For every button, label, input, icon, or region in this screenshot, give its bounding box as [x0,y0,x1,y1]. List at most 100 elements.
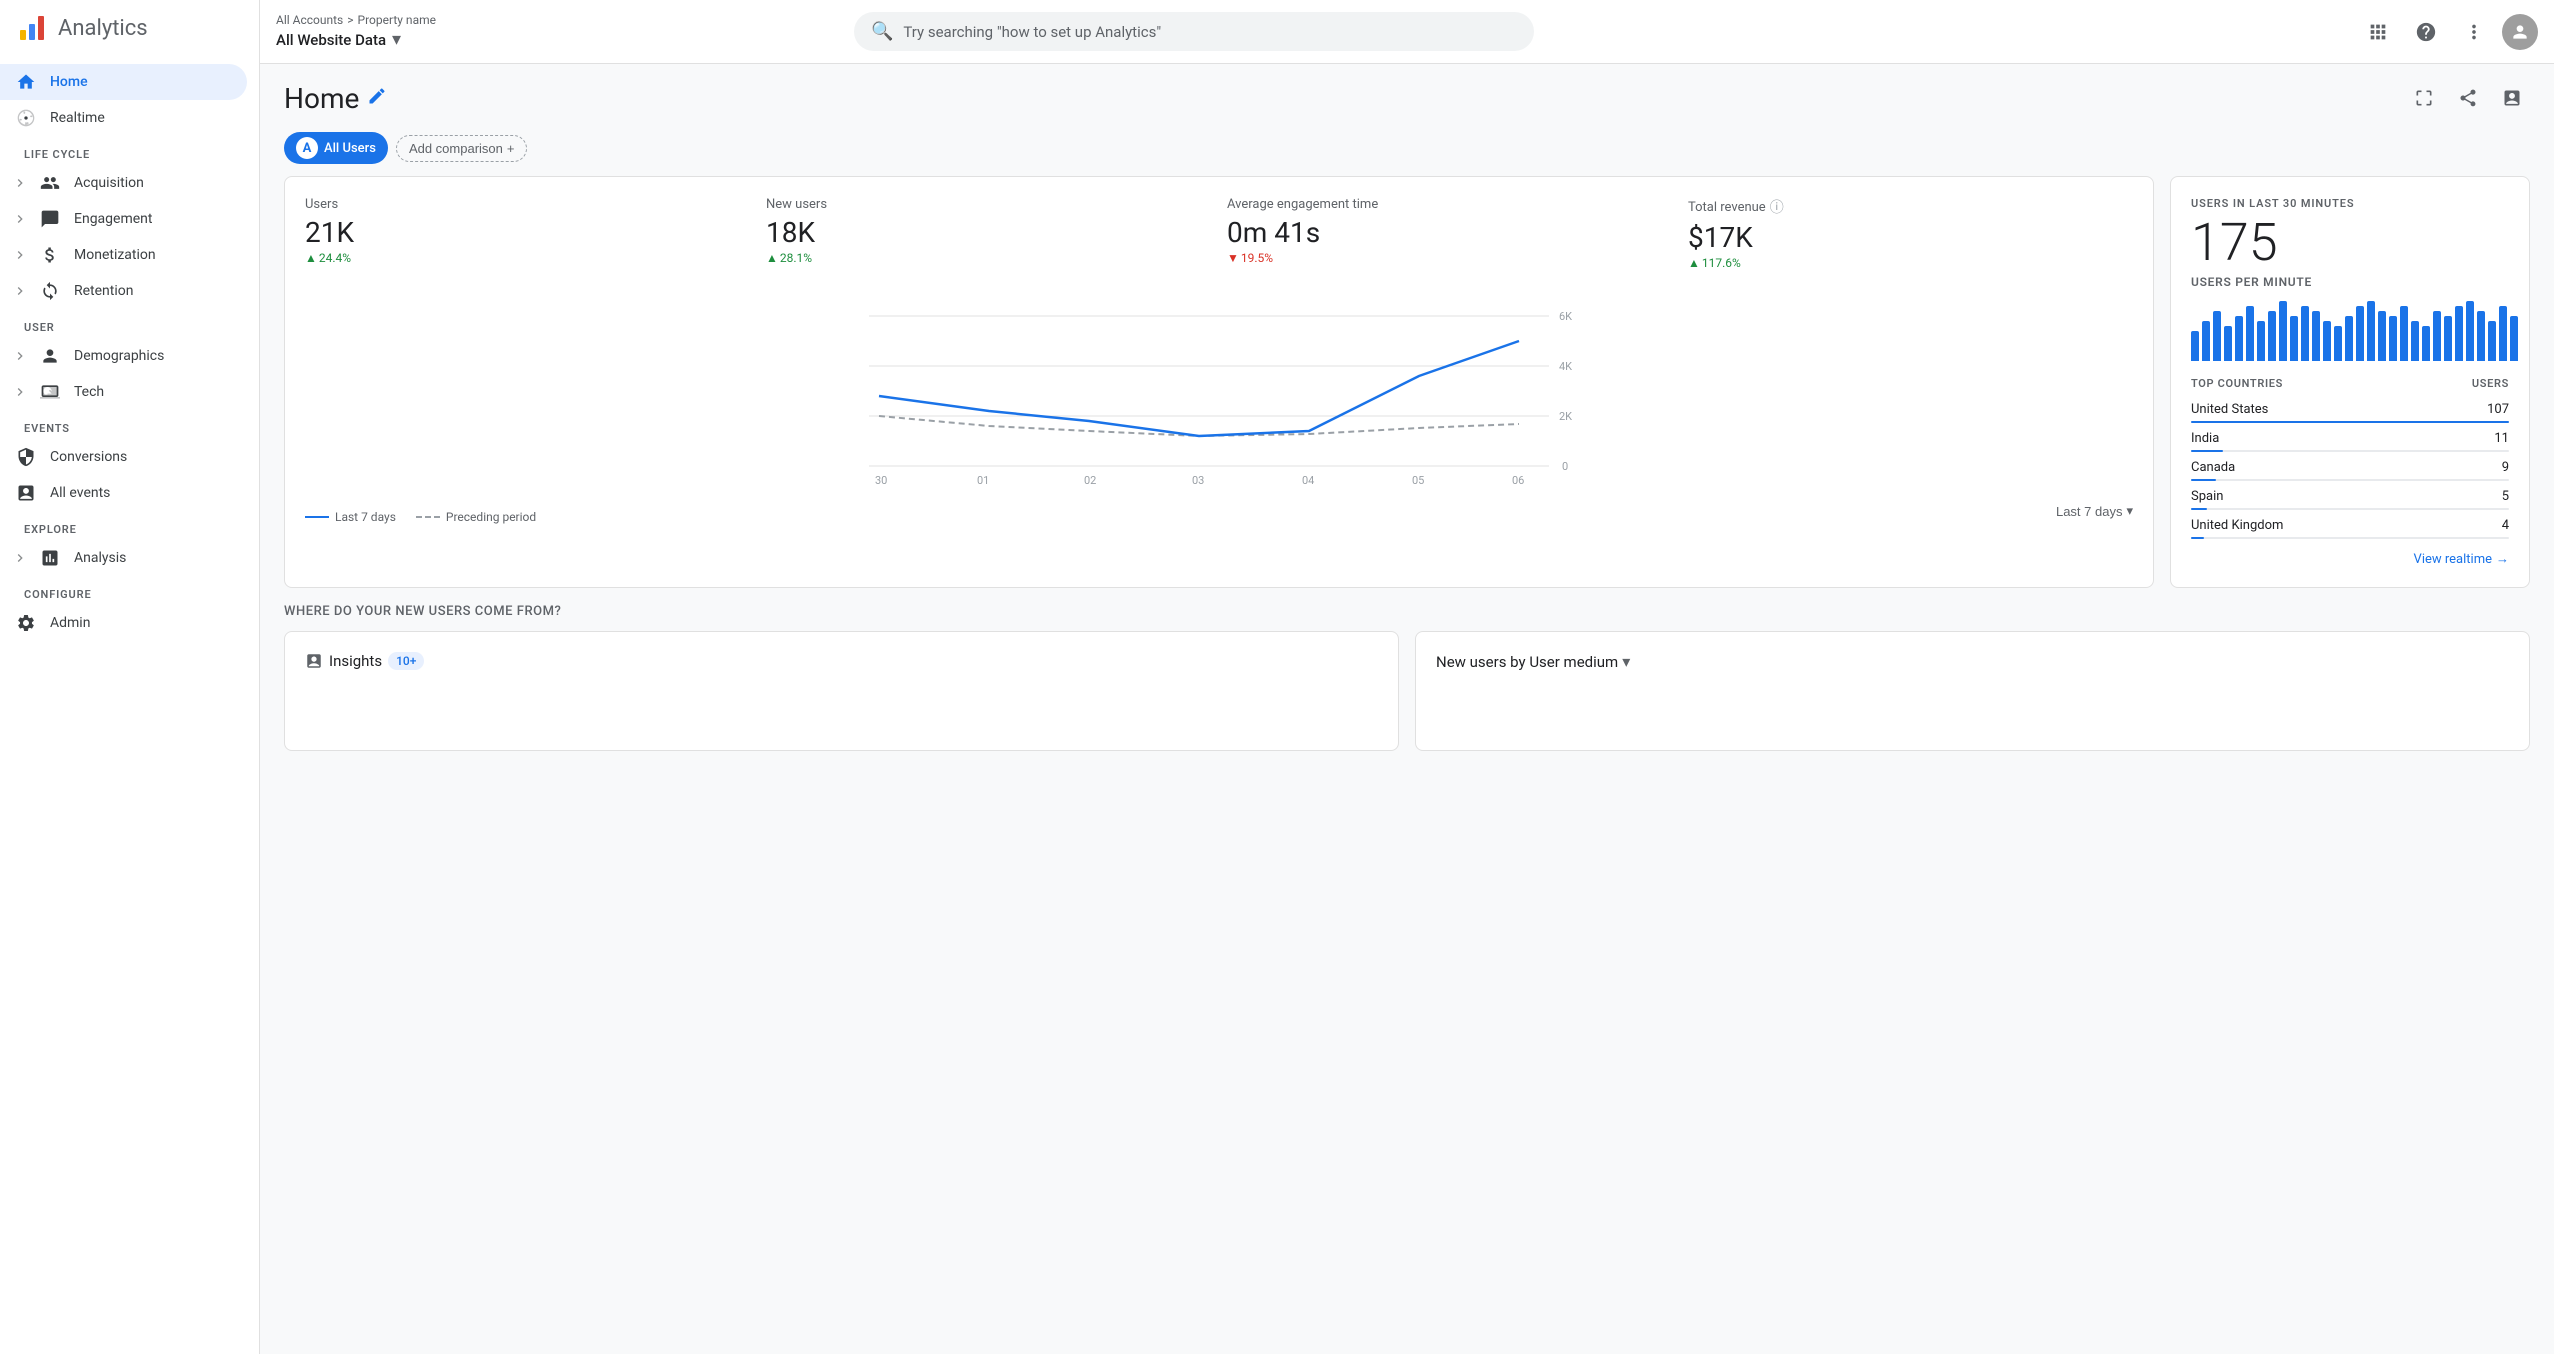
realtime-icon [16,108,36,128]
topbar: All Accounts > Property name All Website… [260,0,2554,64]
legend-previous: Preceding period [416,510,536,524]
mini-bar [2334,326,2342,361]
expand-icon [10,173,30,193]
sidebar-item-analysis[interactable]: Analysis [0,540,247,576]
more-options-icon-button[interactable] [2454,12,2494,52]
account-selector[interactable]: All Website Data ▾ [276,29,436,50]
search-bar[interactable]: 🔍 Try searching "how to set up Analytics… [854,12,1534,51]
sidebar-item-label-admin: Admin [50,615,90,631]
nav-section-user: USER [0,309,259,338]
arrow-up-icon: ▲ [766,251,778,265]
stat-engagement-change: ▼ 19.5% [1227,251,1672,265]
svg-text:Oct: Oct [972,484,989,486]
sidebar-item-conversions[interactable]: Conversions [0,439,247,475]
countries-list: United States107India11Canada9Spain5Unit… [2191,398,2509,539]
apps-icon-button[interactable] [2358,12,2398,52]
nav-section-events: EVENTS [0,410,259,439]
mini-bar [2301,306,2309,361]
sidebar-item-engagement[interactable]: Engagement [0,201,247,237]
chevron-down-icon: ▾ [2126,503,2133,519]
insights-button[interactable] [2494,80,2530,116]
line-chart: 6K 4K 2K 0 30 Sep 01 Oct 02 [305,286,2133,486]
sidebar-item-realtime[interactable]: Realtime [0,100,247,136]
bottom-section: WHERE DO YOUR NEW USERS COME FROM? Insig… [260,604,2554,767]
add-comparison-button[interactable]: Add comparison + [396,135,528,162]
insights-card-title: Insights 10+ [305,652,1378,670]
share-button[interactable] [2450,80,2486,116]
mini-bar [2510,316,2518,361]
stat-engagement-label: Average engagement time [1227,197,1672,212]
legend-previous-label: Preceding period [446,510,536,524]
comparison-bar: A All Users Add comparison + [260,124,2554,176]
mini-bar [2356,306,2364,361]
main-grid: Users 21K ▲ 24.4% New users 18K ▲ 28.1% [260,176,2554,604]
legend-current-line [305,516,329,518]
edit-dashboard-button[interactable] [2406,80,2442,116]
expand-icon [10,382,30,402]
help-icon-button[interactable] [2406,12,2446,52]
svg-text:04: 04 [1302,474,1314,486]
breadcrumb-separator: > [347,13,353,27]
nav-section-explore: EXPLORE [0,511,259,540]
realtime-card: USERS IN LAST 30 MINUTES 175 USERS PER M… [2170,176,2530,588]
app-title: Analytics [58,16,148,41]
chart-legend: Last 7 days Preceding period [305,510,536,524]
monetization-icon [40,245,60,265]
country-bar [2191,508,2207,510]
expand-icon [10,281,30,301]
stat-engagement-value: 0m 41s [1227,216,1672,249]
view-realtime-link[interactable]: View realtime → [2191,551,2509,567]
sidebar-item-tech[interactable]: Tech [0,374,247,410]
sidebar-item-all-events[interactable]: All events [0,475,247,511]
stat-revenue-label: Total revenue ⓘ [1688,197,2133,217]
sidebar-item-demographics[interactable]: Demographics [0,338,247,374]
tech-icon [40,382,60,402]
analysis-icon [40,548,60,568]
legend-previous-line [416,516,440,518]
date-range-button[interactable]: Last 7 days ▾ [2056,503,2133,519]
edit-icon[interactable] [367,86,387,111]
sidebar: Analytics Home Realtime LIFE CYCLE Acq [0,0,260,1354]
users-header-label: USERS [2472,377,2509,390]
svg-text:02: 02 [1084,474,1096,486]
mini-bar [2246,306,2254,361]
new-users-dropdown[interactable]: New users by User medium ▾ [1436,652,1630,671]
sidebar-item-monetization[interactable]: Monetization [0,237,247,273]
mini-bar-chart [2191,301,2509,361]
info-icon[interactable]: ⓘ [1770,197,1784,217]
conversions-icon [16,447,36,467]
arrow-down-icon: ▼ [1227,251,1239,265]
sidebar-item-label-conversions: Conversions [50,449,127,465]
breadcrumb-property: Property name [358,13,436,27]
country-bar [2191,479,2216,481]
mini-bar [2400,306,2408,361]
stat-new-users-change: ▲ 28.1% [766,251,1211,265]
country-bar-wrap [2191,537,2509,539]
avatar[interactable] [2502,14,2538,50]
country-bar [2191,450,2223,452]
country-users: 5 [2502,489,2509,504]
all-users-chip[interactable]: A All Users [284,132,388,164]
mini-bar [2202,321,2210,361]
topbar-actions [2358,12,2538,52]
sidebar-item-admin[interactable]: Admin [0,605,247,641]
svg-text:4K: 4K [1559,360,1572,373]
stat-revenue: Total revenue ⓘ $17K ▲ 117.6% [1688,197,2133,270]
country-name: Spain [2191,489,2223,504]
sidebar-item-label-analysis: Analysis [74,550,126,566]
country-row: United States107 [2191,398,2509,423]
mini-bar [2466,301,2474,361]
nav-section-configure: CONFIGURE [0,576,259,605]
page-title-area: Home [284,82,387,115]
sidebar-item-acquisition[interactable]: Acquisition [0,165,247,201]
mini-bar [2367,301,2375,361]
svg-text:03: 03 [1192,474,1204,486]
stat-users: Users 21K ▲ 24.4% [305,197,750,270]
page-header-actions [2406,80,2530,116]
sidebar-item-retention[interactable]: Retention [0,273,247,309]
country-bar [2191,421,2509,423]
acquisition-icon [40,173,60,193]
country-row: Spain 5 [2191,485,2509,510]
arrow-up-icon: ▲ [1688,256,1700,270]
sidebar-item-home[interactable]: Home [0,64,247,100]
